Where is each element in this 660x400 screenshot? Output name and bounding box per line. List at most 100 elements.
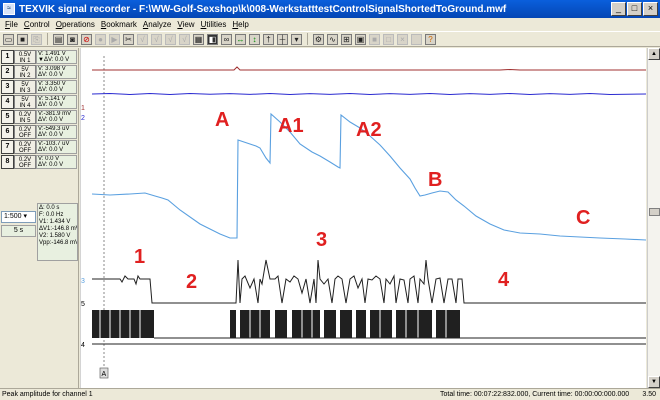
scroll-thumb[interactable]: [649, 208, 660, 216]
annotation-3: 3: [316, 229, 327, 251]
channel-row: 8 0.2V OFF V: 0.0 V ΔV: 0.0 V: [1, 155, 77, 169]
title-bar: ≈ TEXVIK signal recorder - F:\WW-Golf-Se…: [0, 0, 660, 18]
minimize-button[interactable]: _: [611, 2, 626, 16]
scope-display[interactable]: A 1 2 3 5 4 A A1 A2 B C 1 2 3 4: [79, 48, 647, 388]
duration-display: 5 s: [1, 225, 36, 237]
channel-range[interactable]: 5V IN 4: [14, 95, 36, 109]
channel-range[interactable]: 5V IN 3: [14, 80, 36, 94]
vertical-scrollbar[interactable]: ▲ ▼: [647, 48, 660, 388]
grid-icon[interactable]: ▦: [193, 33, 204, 45]
channel-button[interactable]: 7: [1, 140, 14, 154]
channel-2-trace: [91, 92, 647, 96]
help-icon[interactable]: ?: [425, 33, 436, 45]
menu-file[interactable]: File: [2, 20, 21, 29]
channel-row: 1 0.5V IN 1 V: 1.491 V ▼ΔV: 0.0 V: [1, 50, 77, 64]
measure-4-icon[interactable]: √: [179, 33, 190, 45]
measure-3-icon[interactable]: √: [165, 33, 176, 45]
measure-2-icon[interactable]: √: [151, 33, 162, 45]
channel-panel: 1 0.5V IN 1 V: 1.491 V ▼ΔV: 0.0 V 2 5V IN 2…: [0, 48, 79, 388]
channel-row: 6 0.2V OFF V:-549.3 uV ΔV: 0.0 V: [1, 125, 77, 139]
menu-utilities[interactable]: Utilities: [198, 20, 230, 29]
maximize-button[interactable]: □: [627, 2, 642, 16]
zoom-in-icon[interactable]: ↔: [235, 33, 246, 45]
menu-help[interactable]: Help: [229, 20, 251, 29]
menu-analyze[interactable]: Analyze: [140, 20, 174, 29]
menu-view[interactable]: View: [174, 20, 197, 29]
trace-markers: 1 2 3 5 4: [81, 105, 85, 349]
channel-range[interactable]: 0.2V OFF: [14, 140, 36, 154]
annotations: A A1 A2 B C 1 2 3 4: [134, 109, 590, 293]
channel-button[interactable]: 3: [1, 80, 14, 94]
waveform-canvas[interactable]: A 1 2 3 5 4 A A1 A2 B C 1 2 3 4: [79, 48, 647, 388]
marker-icon[interactable]: ┼: [277, 33, 288, 45]
square-icon[interactable]: ■: [369, 33, 380, 45]
channel-button[interactable]: 1: [1, 50, 14, 64]
annotation-C: C: [576, 207, 590, 229]
channel-readout: V: 3.098 V ΔV: 0.0 V: [36, 65, 77, 79]
channel-range[interactable]: 0.2V OFF: [14, 155, 36, 169]
channel-button[interactable]: 6: [1, 125, 14, 139]
status-total-time: Total time: 00:07:22:832.000, Current ti…: [440, 391, 630, 398]
channel-range[interactable]: 0.5V IN 1: [14, 50, 36, 64]
record-icon[interactable]: ●: [95, 33, 106, 45]
channel-readout: V:-381.9 mV ΔV: 0.0 V: [36, 110, 77, 124]
scroll-up-icon[interactable]: ▲: [648, 48, 660, 60]
channel-button[interactable]: 5: [1, 110, 14, 124]
channel-range[interactable]: 0.2V IN 5: [14, 110, 36, 124]
binoculars-icon[interactable]: ∞: [221, 33, 232, 45]
channel-readout: V: 3.350 V ΔV: 0.0 V: [36, 80, 77, 94]
print-icon[interactable]: ▤: [53, 33, 64, 45]
menu-operations[interactable]: Operations: [53, 20, 98, 29]
channel-4-trace: [92, 259, 646, 304]
cursor-icon[interactable]: †: [263, 33, 274, 45]
channel-row: 7 0.2V OFF V:-103.7 uV ΔV: 0.0 V: [1, 140, 77, 154]
annotation-A2: A2: [356, 119, 382, 141]
play-icon[interactable]: ▶: [109, 33, 120, 45]
channel-range[interactable]: 5V IN 2: [14, 65, 36, 79]
annotation-1: 1: [134, 246, 145, 268]
box-icon[interactable]: □: [383, 33, 394, 45]
copy-icon[interactable]: ⎘: [31, 33, 42, 45]
status-bar: Peak amplitude for channel 1 Total time:…: [0, 388, 660, 400]
trace-marker-5: 5: [81, 301, 85, 308]
table-icon[interactable]: ⊞: [341, 33, 352, 45]
x-icon[interactable]: ×: [397, 33, 408, 45]
lock-icon[interactable]: ▣: [355, 33, 366, 45]
zoom-out-icon[interactable]: ↕: [249, 33, 260, 45]
channel-readout: V: 5.141 V ΔV: 0.0 V: [36, 95, 77, 109]
status-zoom: 3.50: [642, 391, 656, 398]
app-icon[interactable]: ≈: [3, 3, 15, 15]
measure-1-icon[interactable]: √: [137, 33, 148, 45]
close-button[interactable]: ×: [643, 2, 658, 16]
channel-range[interactable]: 0.2V OFF: [14, 125, 36, 139]
channel-readout: V: 0.0 V ΔV: 0.0 V: [36, 155, 77, 169]
wave-icon[interactable]: ∿: [327, 33, 338, 45]
channel-row: 4 5V IN 4 V: 5.141 V ΔV: 0.0 V: [1, 95, 77, 109]
annotation-4: 4: [498, 269, 510, 291]
open-icon[interactable]: ▭: [3, 33, 14, 45]
color-icon[interactable]: ◧: [207, 33, 218, 45]
annotation-2: 2: [186, 271, 197, 293]
window-title: TEXVIK signal recorder - F:\WW-Golf-Sexs…: [19, 3, 507, 15]
settings-icon[interactable]: ⚙: [313, 33, 324, 45]
annotation-B: B: [428, 169, 442, 191]
tools-icon[interactable]: ✂: [123, 33, 134, 45]
measurement-readout: Δ: 0.0 s F: 0.0 Hz V1: 1.434 V ΔV1:-146.…: [37, 203, 78, 261]
annotation-A1: A1: [278, 115, 304, 137]
toolbar: ▭ ■ ⎘ ▤ ◙ ⊘ ● ▶ ✂ √ √ √ √ ▦ ◧ ∞ ↔ ↕ † ┼ …: [0, 31, 660, 47]
digital-burst-block: [92, 310, 460, 338]
timebase-select[interactable]: 1:500 ▾: [1, 211, 36, 223]
channel-button[interactable]: 2: [1, 65, 14, 79]
channel-button[interactable]: 4: [1, 95, 14, 109]
menu-control[interactable]: Control: [21, 20, 53, 29]
scroll-down-icon[interactable]: ▼: [648, 376, 660, 388]
camera-icon[interactable]: ◙: [67, 33, 78, 45]
channel-row: 5 0.2V IN 5 V:-381.9 mV ΔV: 0.0 V: [1, 110, 77, 124]
cursor-label: A: [102, 371, 107, 378]
channel-button[interactable]: 8: [1, 155, 14, 169]
dropdown-icon[interactable]: ▾: [291, 33, 302, 45]
blank-icon[interactable]: [411, 33, 422, 45]
save-icon[interactable]: ■: [17, 33, 28, 45]
stop-icon[interactable]: ⊘: [81, 33, 92, 45]
menu-bookmark[interactable]: Bookmark: [98, 20, 140, 29]
